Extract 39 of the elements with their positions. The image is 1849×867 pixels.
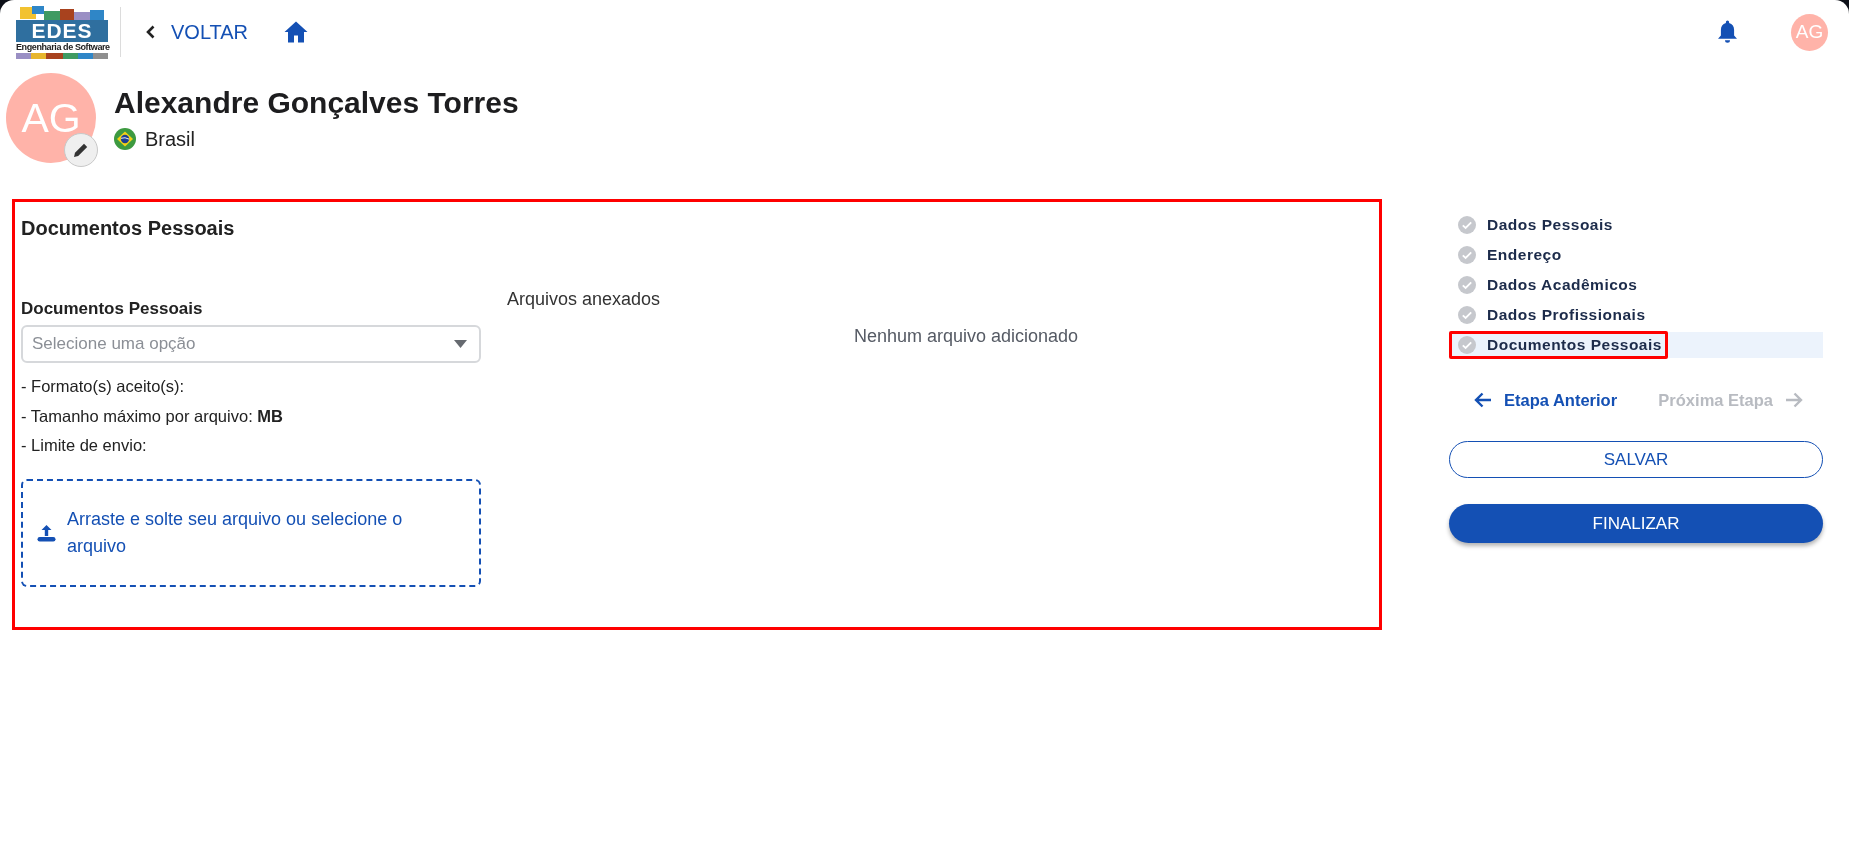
- document-select[interactable]: Selecione uma opção: [21, 325, 481, 363]
- previous-step-button[interactable]: Etapa Anterior: [1474, 390, 1618, 410]
- home-icon[interactable]: [284, 21, 309, 43]
- empty-message: Nenhum arquivo adicionado: [853, 325, 1079, 347]
- field-label: Documentos Pessoais: [21, 298, 204, 320]
- caret-down-icon: [454, 340, 467, 348]
- arrow-right-icon: [1785, 392, 1803, 408]
- file-dropzone[interactable]: Arraste e solte seu arquivo ou selecione o arquivo: [21, 478, 481, 587]
- back-link[interactable]: VOLTAR: [146, 20, 249, 44]
- check-circle-icon: [1458, 246, 1476, 264]
- section-title: Documentos Pessoais: [21, 216, 236, 240]
- step-item[interactable]: Endereço: [1449, 240, 1823, 270]
- step-item[interactable]: Dados Acadêmicos: [1449, 270, 1823, 300]
- logo-wordmark: EDES: [16, 19, 108, 42]
- country-label: Brasil: [145, 127, 195, 151]
- chevron-left-icon: [146, 25, 155, 39]
- step-item[interactable]: Documentos Pessoais: [1449, 332, 1823, 358]
- step-item[interactable]: Dados Pessoais: [1449, 210, 1823, 240]
- requirement-text: - Limite de envio:: [21, 435, 148, 456]
- dropzone-text: Arraste e solte seu arquivo ou selecione o arquivo: [67, 507, 404, 558]
- brazil-flag-icon: [114, 128, 136, 150]
- edit-button[interactable]: [64, 133, 98, 167]
- requirement-text: - Formato(s) aceito(s):: [21, 376, 186, 397]
- check-circle-icon: [1458, 276, 1476, 294]
- profile-name: Alexandre Gonçalves Torres: [114, 85, 519, 120]
- step-item[interactable]: Dados Profissionais: [1449, 300, 1823, 330]
- attachments-title: Arquivos anexados: [507, 288, 662, 310]
- pencil-icon: [73, 142, 89, 158]
- bell-icon[interactable]: [1717, 20, 1738, 44]
- profile-avatar: AG: [6, 73, 96, 163]
- logo-tagline: Engenharia de Software: [16, 41, 108, 53]
- save-button[interactable]: SALVAR: [1449, 441, 1823, 478]
- check-circle-icon: [1458, 336, 1476, 354]
- check-circle-icon: [1458, 216, 1476, 234]
- arrow-left-icon: [1474, 392, 1492, 408]
- upload-icon: [37, 523, 56, 542]
- requirement-text: - Tamanho máximo por arquivo: MB: [21, 405, 284, 427]
- check-circle-icon: [1458, 306, 1476, 324]
- finish-button[interactable]: FINALIZAR: [1449, 504, 1823, 543]
